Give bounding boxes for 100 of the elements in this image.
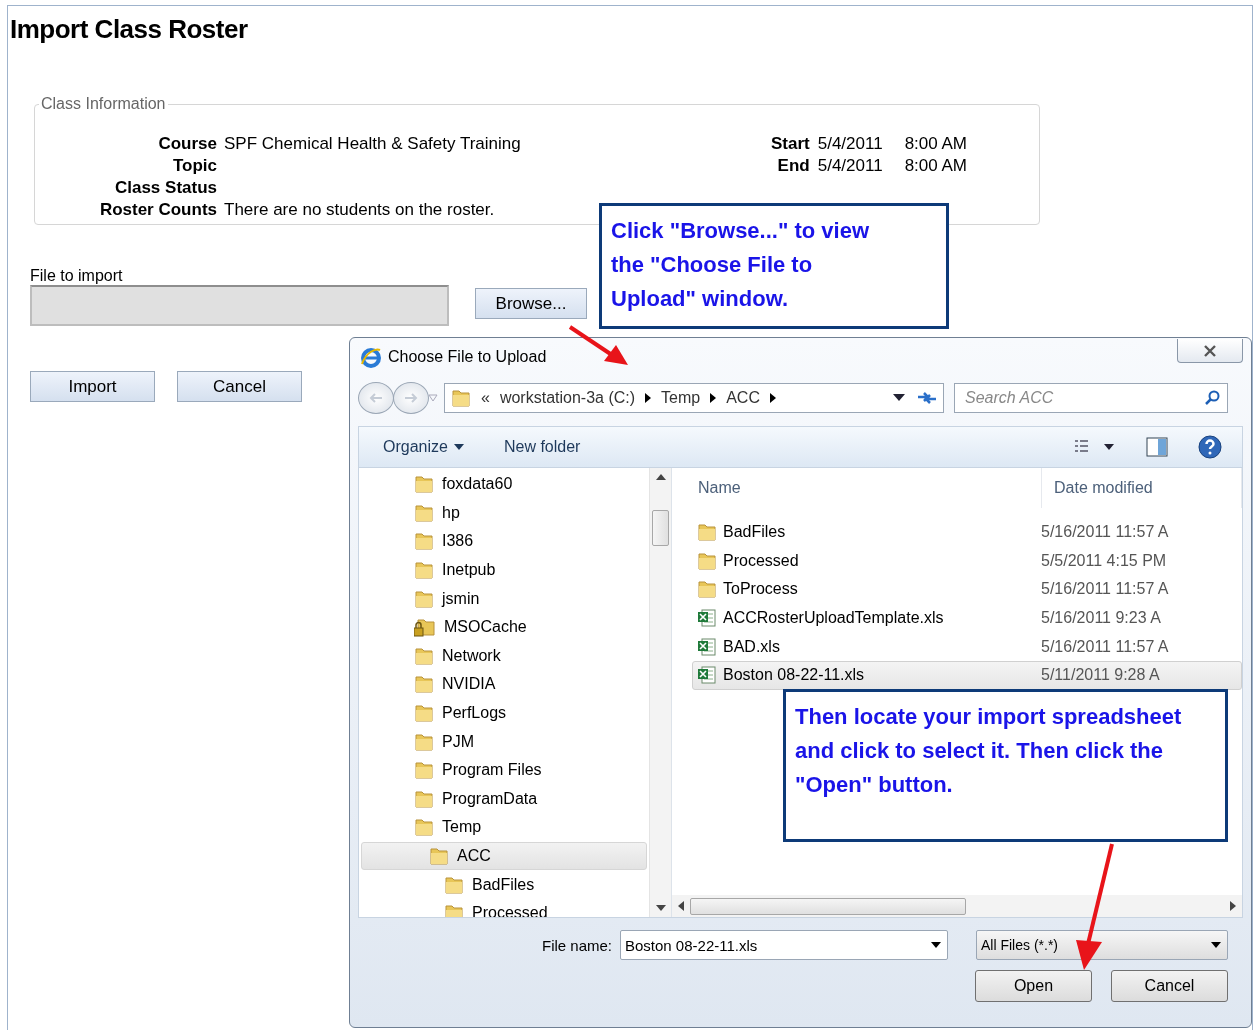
file-name: BAD.xls [693, 636, 1041, 657]
breadcrumb-item[interactable]: ACC [726, 389, 760, 407]
address-bar[interactable]: « workstation-3a (C:) Temp ACC [444, 383, 944, 413]
cancel-button[interactable]: Cancel [177, 371, 302, 402]
scrollbar-thumb[interactable] [652, 509, 669, 546]
folder-tree-item[interactable]: BadFiles [361, 870, 647, 899]
scroll-up-icon[interactable] [655, 474, 666, 480]
date-value: 5/4/2011 [817, 133, 883, 155]
folder-icon [429, 846, 449, 866]
folder-icon [444, 874, 464, 895]
search-icon [1204, 390, 1220, 406]
file-row[interactable]: BadFiles 5/16/2011 11:57 A [692, 518, 1242, 547]
forward-arrow-icon [403, 392, 419, 404]
scroll-right-icon[interactable] [1230, 901, 1236, 911]
file-date: 5/5/2011 4:15 PM [1041, 551, 1167, 570]
folder-icon [414, 645, 434, 666]
dialog-title: Choose File to Upload [388, 348, 547, 366]
folder-tree-item[interactable]: Program Files [361, 755, 647, 785]
file-name: Boston 08-22-11.xls [693, 665, 1041, 686]
file-input-field[interactable] [30, 285, 449, 326]
folder-icon [451, 388, 471, 408]
view-options-icon[interactable] [1074, 439, 1116, 455]
back-arrow-icon [368, 392, 384, 404]
new-folder-button[interactable]: New folder [503, 438, 581, 456]
folder-tree-item[interactable]: PerfLogs [361, 698, 647, 728]
time-value: 8:00 AM [904, 133, 967, 155]
time-value: 8:00 AM [904, 155, 967, 177]
folder-tree-item[interactable]: ProgramData [361, 784, 647, 814]
file-date: 5/16/2011 11:57 A [1041, 637, 1169, 656]
file-row[interactable]: Boston 08-22-11.xls 5/11/2011 9:28 A [692, 660, 1242, 690]
organize-menu[interactable]: Organize [383, 438, 464, 456]
overflow-crumb[interactable]: « [481, 389, 490, 407]
preview-pane-icon[interactable] [1146, 437, 1168, 457]
close-button[interactable] [1177, 339, 1243, 363]
open-button[interactable]: Open [975, 970, 1092, 1002]
folder-tree-item[interactable]: Temp [361, 813, 647, 842]
page-title: Import Class Roster [10, 14, 249, 45]
field-label: Course [157, 133, 217, 155]
file-row[interactable]: ToProcess 5/16/2011 11:57 A [692, 575, 1242, 604]
folder-icon [414, 502, 434, 523]
folder-tree-item[interactable]: NVIDIA [361, 670, 647, 699]
file-row[interactable]: Processed 5/5/2011 4:15 PM [692, 546, 1242, 576]
file-date: 5/16/2011 9:23 A [1041, 609, 1161, 628]
cancel-button[interactable]: Cancel [1111, 970, 1228, 1002]
back-button[interactable] [358, 382, 394, 414]
column-header[interactable]: Name [686, 468, 1042, 508]
dropdown-caret-icon [428, 394, 438, 402]
folder-icon [414, 674, 434, 695]
close-icon [1203, 344, 1217, 357]
import-button[interactable]: Import [30, 371, 155, 402]
caret-icon [931, 942, 941, 948]
folder-icon [444, 903, 464, 917]
folder-tree-item[interactable]: Network [361, 641, 647, 671]
scrollbar-thumb[interactable] [690, 897, 966, 915]
column-header[interactable]: Date modified [1042, 468, 1242, 508]
folder-tree-item[interactable]: MSOCache [361, 612, 647, 642]
breadcrumb-item[interactable]: workstation-3a (C:) [499, 389, 636, 407]
file-name-field[interactable]: Boston 08-22-11.xls [620, 930, 948, 960]
pointer-arrow [568, 325, 630, 367]
browse-button[interactable]: Browse... [475, 288, 587, 319]
folder-tree-item[interactable]: hp [361, 498, 647, 528]
spreadsheet-icon [697, 665, 717, 686]
folder-tree-item[interactable]: PJM [361, 727, 647, 756]
scroll-left-icon[interactable] [678, 901, 684, 911]
file-name: Processed [693, 550, 1041, 571]
folder-tree-item[interactable]: foxdata60 [361, 470, 647, 499]
file-row[interactable]: BAD.xls 5/16/2011 11:57 A [692, 632, 1242, 661]
field-value: SPF Chemical Health & Safety Training [224, 133, 521, 155]
search-field[interactable]: Search ACC [954, 383, 1228, 413]
field-label: Start [770, 133, 810, 155]
spreadsheet-icon [697, 636, 717, 657]
folder-icon [414, 760, 434, 781]
browser-logo-icon [360, 346, 382, 368]
help-icon[interactable] [1198, 435, 1222, 459]
breadcrumb-item[interactable]: Temp [661, 389, 701, 407]
field-label: Roster Counts [98, 199, 217, 221]
file-date: 5/16/2011 11:57 A [1041, 580, 1169, 599]
file-date: 5/16/2011 11:57 A [1041, 523, 1169, 542]
caret-icon [453, 444, 464, 450]
field-label: Class Status [113, 177, 217, 199]
folder-tree-item[interactable]: ACC [361, 841, 647, 871]
folder-icon [414, 531, 434, 552]
folder-tree-item[interactable]: jsmin [361, 584, 647, 613]
chevron-icon [710, 393, 717, 403]
folder-icon [414, 817, 434, 838]
scroll-down-icon[interactable] [655, 905, 666, 911]
folder-icon [697, 579, 717, 600]
tree-scrollbar[interactable] [649, 468, 671, 917]
file-type-dropdown[interactable]: All Files (*.*) [976, 930, 1228, 960]
locked-folder-icon [414, 617, 436, 638]
callout-note: Click "Browse..." to view the "Choose File to Upload" window. [599, 203, 949, 329]
file-name-label: File name: [541, 936, 612, 954]
folder-tree-item[interactable]: Inetpub [361, 555, 647, 585]
forward-button[interactable] [393, 382, 429, 414]
file-row[interactable]: ACCRosterUploadTemplate.xls 5/16/2011 9:23 A [692, 603, 1242, 633]
horizontal-scrollbar[interactable] [672, 895, 1242, 917]
folder-tree-item[interactable]: I386 [361, 527, 647, 556]
field-value: There are no students on the roster. [224, 199, 496, 221]
folder-icon [414, 703, 434, 724]
folder-icon [414, 588, 434, 609]
